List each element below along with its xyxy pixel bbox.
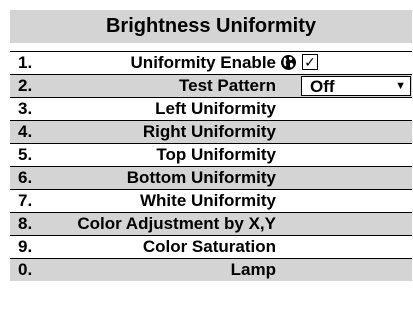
menu-item-top-uniformity[interactable]: 5. Top Uniformity: [10, 143, 412, 166]
item-number: 0.: [18, 260, 33, 279]
item-label: White Uniformity: [140, 191, 276, 210]
menu-item-right-uniformity[interactable]: 4. Right Uniformity: [10, 120, 412, 143]
menu-item-left-uniformity[interactable]: 3. Left Uniformity: [10, 97, 412, 120]
item-number: 1.: [18, 53, 33, 72]
item-number: 3.: [18, 99, 33, 118]
item-label: Test Pattern: [179, 76, 276, 95]
menu-title: Brightness Uniformity: [10, 10, 412, 43]
brightness-uniformity-menu: Brightness Uniformity 1. Uniformity Enab…: [10, 10, 412, 306]
chevron-down-icon: ▼: [395, 80, 406, 92]
item-label: Lamp: [230, 260, 276, 279]
menu-items: 1. Uniformity Enable ✓ 2. Test Pattern O…: [10, 51, 412, 281]
menu-item-uniformity-enable[interactable]: 1. Uniformity Enable ✓: [10, 51, 412, 74]
item-number: 8.: [18, 214, 33, 233]
item-number: 6.: [18, 168, 33, 187]
test-pattern-dropdown[interactable]: Off ▼: [301, 76, 411, 96]
title-separator: [10, 43, 412, 51]
item-label: Left Uniformity: [155, 99, 276, 118]
menu-item-lamp[interactable]: 0. Lamp: [10, 258, 412, 281]
item-label: Top Uniformity: [156, 145, 276, 164]
menu-item-color-adjustment[interactable]: 8. Color Adjustment by X,Y: [10, 212, 412, 235]
menu-item-bottom-uniformity[interactable]: 6. Bottom Uniformity: [10, 166, 412, 189]
menu-item-test-pattern[interactable]: 2. Test Pattern Off ▼: [10, 74, 412, 97]
item-number: 9.: [18, 237, 33, 256]
item-label: Uniformity Enable: [130, 53, 276, 72]
item-number: 2.: [18, 76, 33, 95]
globe-icon: [281, 55, 296, 70]
menu-item-color-saturation[interactable]: 9. Color Saturation: [10, 235, 412, 258]
item-number: 4.: [18, 122, 33, 141]
item-number: 7.: [18, 191, 33, 210]
item-label: Bottom Uniformity: [126, 168, 276, 187]
test-pattern-value: Off: [310, 77, 335, 96]
uniformity-enable-checkbox[interactable]: ✓: [302, 54, 318, 70]
menu-item-white-uniformity[interactable]: 7. White Uniformity: [10, 189, 412, 212]
item-label: Color Adjustment by X,Y: [77, 214, 276, 233]
item-label: Right Uniformity: [142, 122, 276, 141]
item-number: 5.: [18, 145, 33, 164]
item-label: Color Saturation: [142, 237, 276, 256]
